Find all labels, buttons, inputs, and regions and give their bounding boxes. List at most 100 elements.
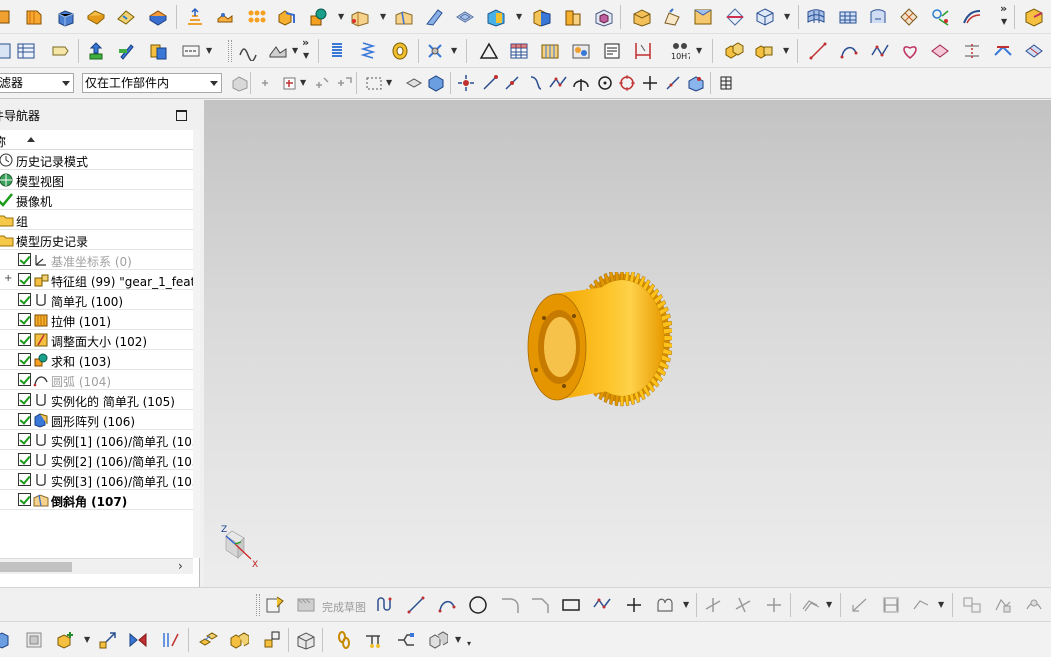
spring-icon[interactable] [358,41,378,61]
tree-row[interactable]: 模型视图 [0,170,193,190]
curve-rule-icon[interactable] [312,73,332,93]
tree-row[interactable]: 实例[2] (106)/简单孔 (105) [0,450,193,470]
visibility-checkbox[interactable] [18,393,31,406]
link-icon[interactable] [334,630,354,650]
tree-row[interactable]: 简单孔 (100) [0,290,193,310]
shell-icon[interactable] [455,7,475,27]
visibility-checkbox[interactable] [18,313,31,326]
sketch-line-icon[interactable] [406,595,426,615]
drawing-sheet-icon[interactable] [540,41,560,61]
sew-icon[interactable] [632,7,652,27]
view-cube-icon[interactable] [755,7,775,27]
thicken-icon[interactable] [693,7,713,27]
assembly-constraints-icon[interactable] [160,630,180,650]
studio-spline-sketch-icon[interactable] [655,595,675,615]
rectangle-icon[interactable] [561,595,581,615]
control-point-icon[interactable] [526,73,546,93]
visibility-checkbox[interactable] [18,473,31,486]
bridge-surface-icon[interactable] [962,7,982,27]
fillet-icon[interactable] [500,595,520,615]
finish-sketch-label[interactable]: 完成草图 [322,599,366,615]
tree-row[interactable]: 实例[1] (106)/简单孔 (105) [0,430,193,450]
bearing-icon[interactable] [390,41,410,61]
scrollbar-thumb[interactable] [0,562,72,572]
grid-icon[interactable] [716,73,736,93]
intersection-point-icon[interactable] [548,73,568,93]
make-corner-icon[interactable] [764,595,784,615]
circle-center-icon[interactable] [595,73,615,93]
heart-curve-icon[interactable] [900,41,920,61]
offset-sketch-icon[interactable] [800,595,820,615]
tolerance-fit-icon[interactable]: 10H7 [670,41,690,61]
visibility-checkbox[interactable] [18,333,31,346]
move-object-icon[interactable] [86,41,106,61]
spreadsheet-icon[interactable] [16,41,36,61]
component-pattern-icon[interactable] [262,630,282,650]
visibility-checkbox[interactable] [18,493,31,506]
offset-face-icon[interactable] [594,7,614,27]
tree-row[interactable]: 圆弧 (104) [0,370,193,390]
note-icon[interactable] [602,41,622,61]
view-triad[interactable]: Z X [218,525,262,578]
isoparametric-curve-icon[interactable] [1024,41,1044,61]
text-icon[interactable] [181,41,201,61]
chamfer-icon[interactable] [394,7,414,27]
graphics-window[interactable]: Z X [204,100,1051,587]
mirror-assembly-icon[interactable] [128,630,148,650]
general-select-icon[interactable] [258,73,278,93]
edit-parameters-icon[interactable] [117,41,137,61]
point-on-face-icon[interactable] [686,73,706,93]
cylinder-icon[interactable] [86,7,106,27]
tree-row[interactable]: 模型历史记录 [0,230,193,250]
show-all-constraints-icon[interactable] [962,595,982,615]
tree-row[interactable]: 圆形阵列 (106) [0,410,193,430]
arc-center-icon[interactable] [571,73,591,93]
subtract-icon[interactable] [309,7,329,27]
polygon-icon[interactable] [592,595,612,615]
wave-geometry-linker-icon[interactable] [229,630,249,650]
coil-spring-icon[interactable] [327,41,347,61]
load-component-icon[interactable] [428,630,448,650]
expand-icon[interactable]: + [4,273,12,284]
section-view-icon[interactable] [725,7,745,27]
midpoint-icon[interactable] [502,73,522,93]
chamfer-sketch-icon[interactable] [530,595,550,615]
feature-icon[interactable] [0,7,14,27]
snap-all-icon[interactable] [456,73,476,93]
finish-sketch-icon[interactable] [296,595,316,615]
visibility-checkbox[interactable] [18,433,31,446]
intersection-curve-icon[interactable] [993,41,1013,61]
draft-icon[interactable] [424,7,444,27]
edge-blend-icon[interactable] [350,7,370,27]
table-icon[interactable] [509,41,529,61]
visibility-checkbox[interactable] [18,373,31,386]
geometric-constraints-icon[interactable] [881,595,901,615]
type-filter-dropdown[interactable]: 滤器 [0,73,74,93]
tree-row[interactable]: 求和 (103) [0,350,193,370]
arc-icon[interactable] [839,41,859,61]
existing-point-icon[interactable] [640,73,660,93]
quick-extend-icon[interactable] [733,595,753,615]
sketch-arc-icon[interactable] [437,595,457,615]
visibility-checkbox[interactable] [18,273,31,286]
endpoint-icon[interactable] [480,73,500,93]
visibility-checkbox[interactable] [18,253,31,266]
cone-icon[interactable] [116,7,136,27]
tree-row[interactable]: 基准坐标系 (0) [0,250,193,270]
face-rule-icon[interactable] [334,73,354,93]
dimension-icon[interactable] [633,41,653,61]
tree-row[interactable]: + 特征组 (99) "gear_1_feat... [0,270,193,290]
gear-model[interactable] [522,272,672,412]
revolve-icon[interactable] [215,7,235,27]
vertical-scrollbar[interactable] [193,130,200,558]
hole-icon[interactable] [246,7,266,27]
convert-reference-icon[interactable] [993,595,1013,615]
tree-row[interactable]: 调整面大小 (102) [0,330,193,350]
trim-body-icon[interactable] [486,7,506,27]
studio-spline-icon[interactable] [870,41,890,61]
visibility-checkbox[interactable] [18,353,31,366]
extrude-icon[interactable] [185,7,205,27]
visibility-checkbox[interactable] [18,413,31,426]
rapid-dimension-icon[interactable] [850,595,870,615]
select-face-icon[interactable] [426,73,446,93]
